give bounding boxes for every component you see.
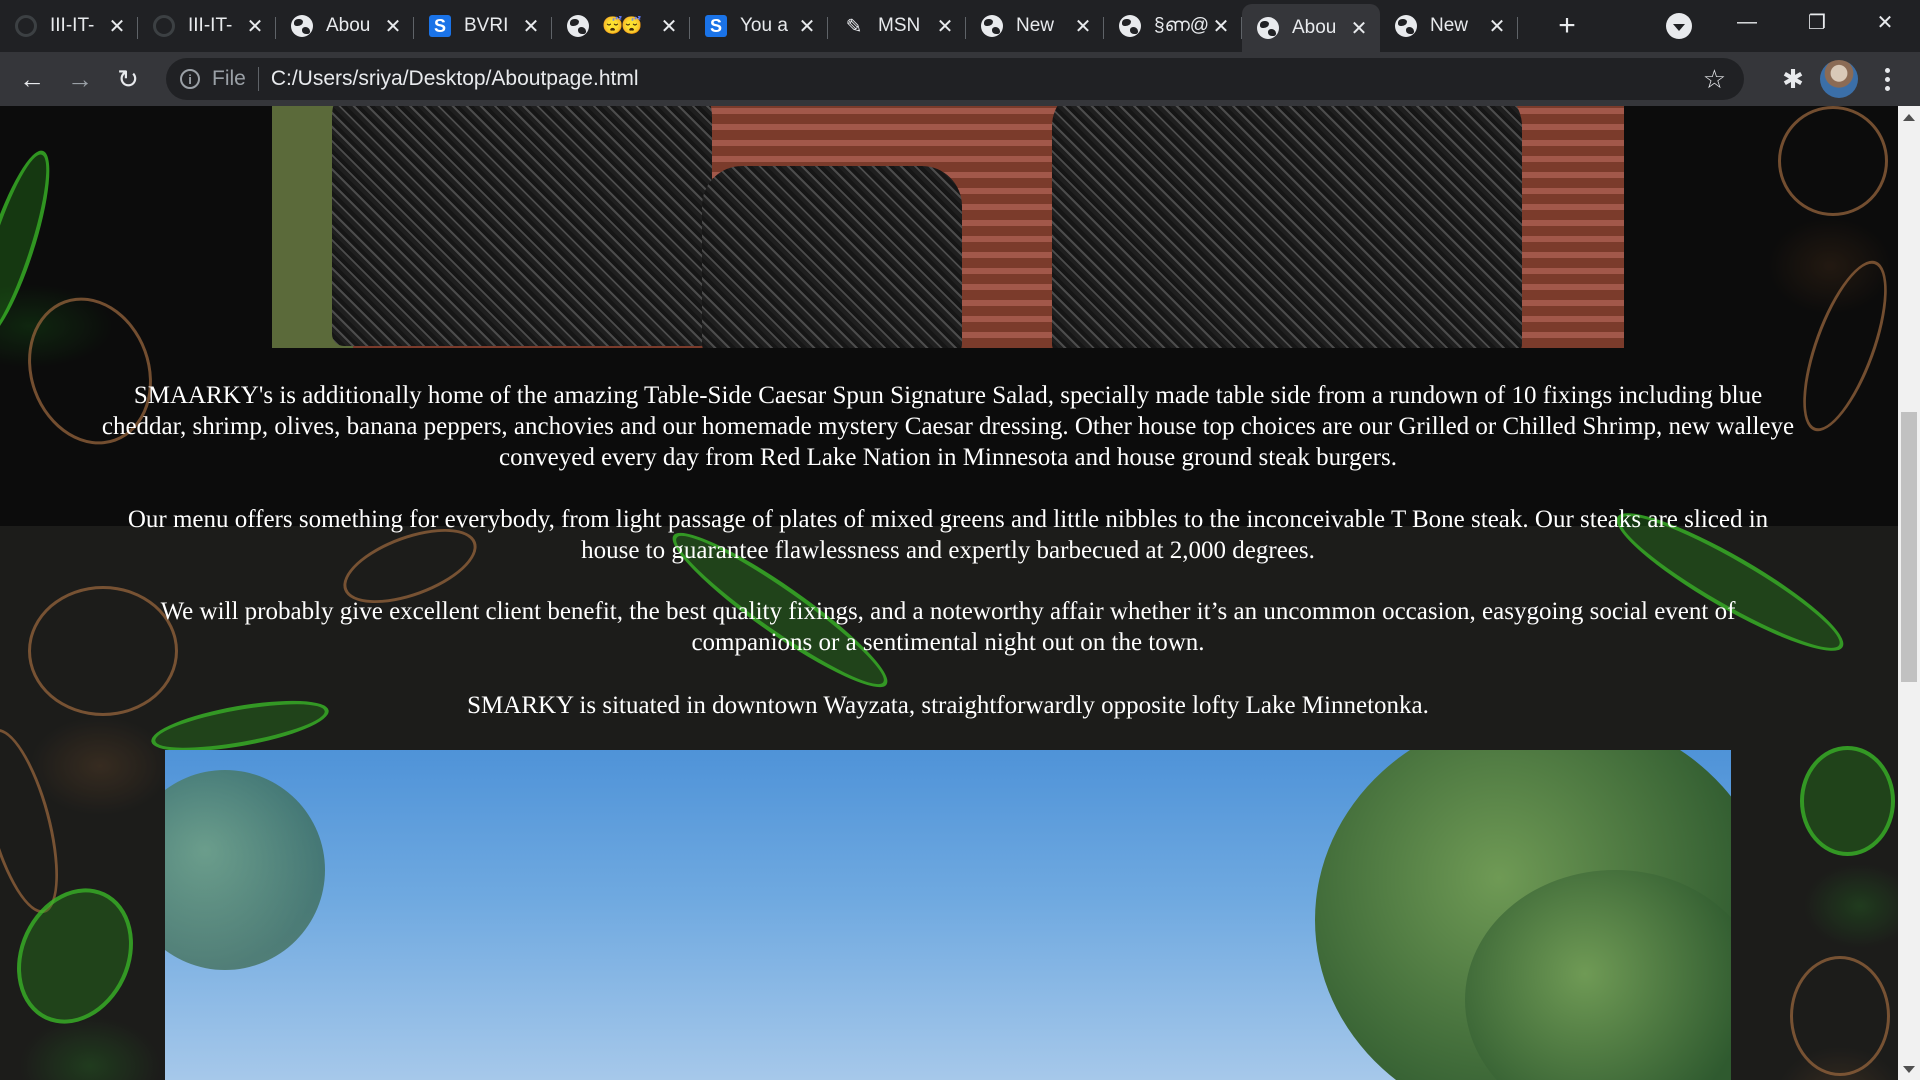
tab-close-icon[interactable]: ✕: [1486, 15, 1508, 38]
reload-button[interactable]: ↻: [104, 59, 152, 99]
tree-branch-image: [165, 770, 325, 970]
pepper-doodle-icon: [1790, 956, 1890, 1076]
address-bar[interactable]: i File C:/Users/sriya/Desktop/Aboutpage.…: [166, 58, 1744, 100]
address-scheme-label: File: [212, 67, 259, 91]
tab-title: Abou: [326, 15, 371, 36]
tab-strip: III-IT- ✕ III-IT- ✕ Abou ✕ S BVRI ✕ 😴😴 ✕ S You a ✕ ✎ MS…: [0, 0, 1920, 52]
browser-menu-icon[interactable]: [1872, 60, 1902, 98]
s-icon: S: [428, 14, 452, 38]
about-paragraph-3: We will probably give excellent client b…: [160, 598, 1736, 656]
browser-tab[interactable]: New ✕: [1380, 4, 1518, 48]
site-info-icon[interactable]: i: [180, 69, 200, 89]
wicker-chair-image: [1052, 106, 1522, 348]
tab-close-icon[interactable]: ✕: [106, 15, 128, 38]
tab-title: 😴😴: [602, 16, 642, 35]
browser-tab[interactable]: ✎ MSN ✕: [828, 4, 966, 48]
browser-tab[interactable]: Abou ✕: [276, 4, 414, 48]
tab-title: III-IT-: [50, 15, 95, 36]
globe-icon: [566, 14, 590, 38]
new-tab-button[interactable]: +: [1541, 0, 1593, 52]
scroll-down-arrow-icon[interactable]: [1898, 1058, 1920, 1080]
tab-title: §ണ@: [1154, 15, 1210, 36]
globe-icon: [1118, 14, 1142, 38]
tab-close-icon[interactable]: ✕: [382, 15, 404, 38]
lake-view-image: [165, 750, 1731, 1080]
browser-tab[interactable]: III-IT- ✕: [138, 4, 276, 48]
tab-close-icon[interactable]: ✕: [520, 15, 542, 38]
tab-title: MSN: [878, 15, 921, 36]
browser-tab[interactable]: New ✕: [966, 4, 1104, 48]
scroll-up-arrow-icon[interactable]: [1898, 106, 1920, 128]
wicker-chair-image: [332, 106, 712, 346]
browser-tab[interactable]: III-IT- ✕: [0, 4, 138, 48]
globe-icon: [1394, 14, 1418, 38]
bookmark-star-icon[interactable]: ☆: [1703, 64, 1726, 95]
tomato-doodle-icon: [1800, 746, 1895, 856]
extensions-icon[interactable]: ✱: [1774, 60, 1812, 98]
page-scrollbar[interactable]: [1898, 106, 1920, 1080]
restore-button[interactable]: ❐: [1784, 0, 1850, 44]
tab-close-icon[interactable]: ✕: [244, 15, 266, 38]
tomato-doodle-icon: [1778, 106, 1888, 216]
globe-icon: [290, 14, 314, 38]
globe-icon: [1256, 16, 1280, 40]
github-icon: [14, 14, 38, 38]
tab-close-icon[interactable]: ✕: [1348, 17, 1370, 40]
tab-title: III-IT-: [188, 15, 233, 36]
tab-search-icon[interactable]: [1666, 13, 1692, 39]
page-viewport: SMAARKY's is additionally home of the am…: [0, 106, 1898, 1080]
wicker-table-image: [702, 166, 962, 348]
tab-close-icon[interactable]: ✕: [658, 15, 680, 38]
minimize-button[interactable]: —: [1714, 0, 1780, 44]
msn-icon: ✎: [845, 15, 863, 38]
profile-avatar[interactable]: [1820, 60, 1858, 98]
address-url[interactable]: C:/Users/sriya/Desktop/Aboutpage.html: [271, 67, 639, 91]
github-icon: [152, 14, 176, 38]
browser-tab[interactable]: §ണ@ ✕: [1104, 4, 1242, 48]
browser-toolbar: ← → ↻ i File C:/Users/sriya/Desktop/Abou…: [0, 52, 1920, 106]
tab-close-icon[interactable]: ✕: [796, 15, 818, 38]
tab-list: III-IT- ✕ III-IT- ✕ Abou ✕ S BVRI ✕ 😴😴 ✕ S You a ✕ ✎ MS…: [0, 0, 1518, 52]
tab-close-icon[interactable]: ✕: [1210, 15, 1232, 38]
browser-tab[interactable]: S BVRI ✕: [414, 4, 552, 48]
tab-title: BVRI: [464, 15, 509, 36]
back-button[interactable]: ←: [8, 59, 56, 99]
scrollbar-thumb[interactable]: [1901, 412, 1917, 682]
tab-title: You a: [740, 15, 788, 36]
tab-title: New: [1430, 15, 1469, 36]
s-icon: S: [704, 14, 728, 38]
globe-icon: [980, 14, 1004, 38]
browser-tab[interactable]: Abou ✕: [1242, 4, 1380, 52]
tab-title: New: [1016, 15, 1055, 36]
about-paragraph-2: Our menu offers something for everybody,…: [127, 506, 1769, 564]
tab-close-icon[interactable]: ✕: [1072, 15, 1094, 38]
browser-tab[interactable]: S You a ✕: [690, 4, 828, 48]
browser-tab[interactable]: 😴😴 ✕: [552, 4, 690, 48]
about-paragraph-1: SMAARKY's is additionally home of the am…: [101, 382, 1795, 471]
about-paragraph-4: SMARKY is situated in downtown Wayzata, …: [467, 692, 1429, 719]
restaurant-interior-image: [272, 106, 1624, 348]
window-close-button[interactable]: ✕: [1852, 0, 1918, 44]
forward-button[interactable]: →: [56, 59, 104, 99]
tab-title: Abou: [1292, 17, 1337, 38]
tab-close-icon[interactable]: ✕: [934, 15, 956, 38]
